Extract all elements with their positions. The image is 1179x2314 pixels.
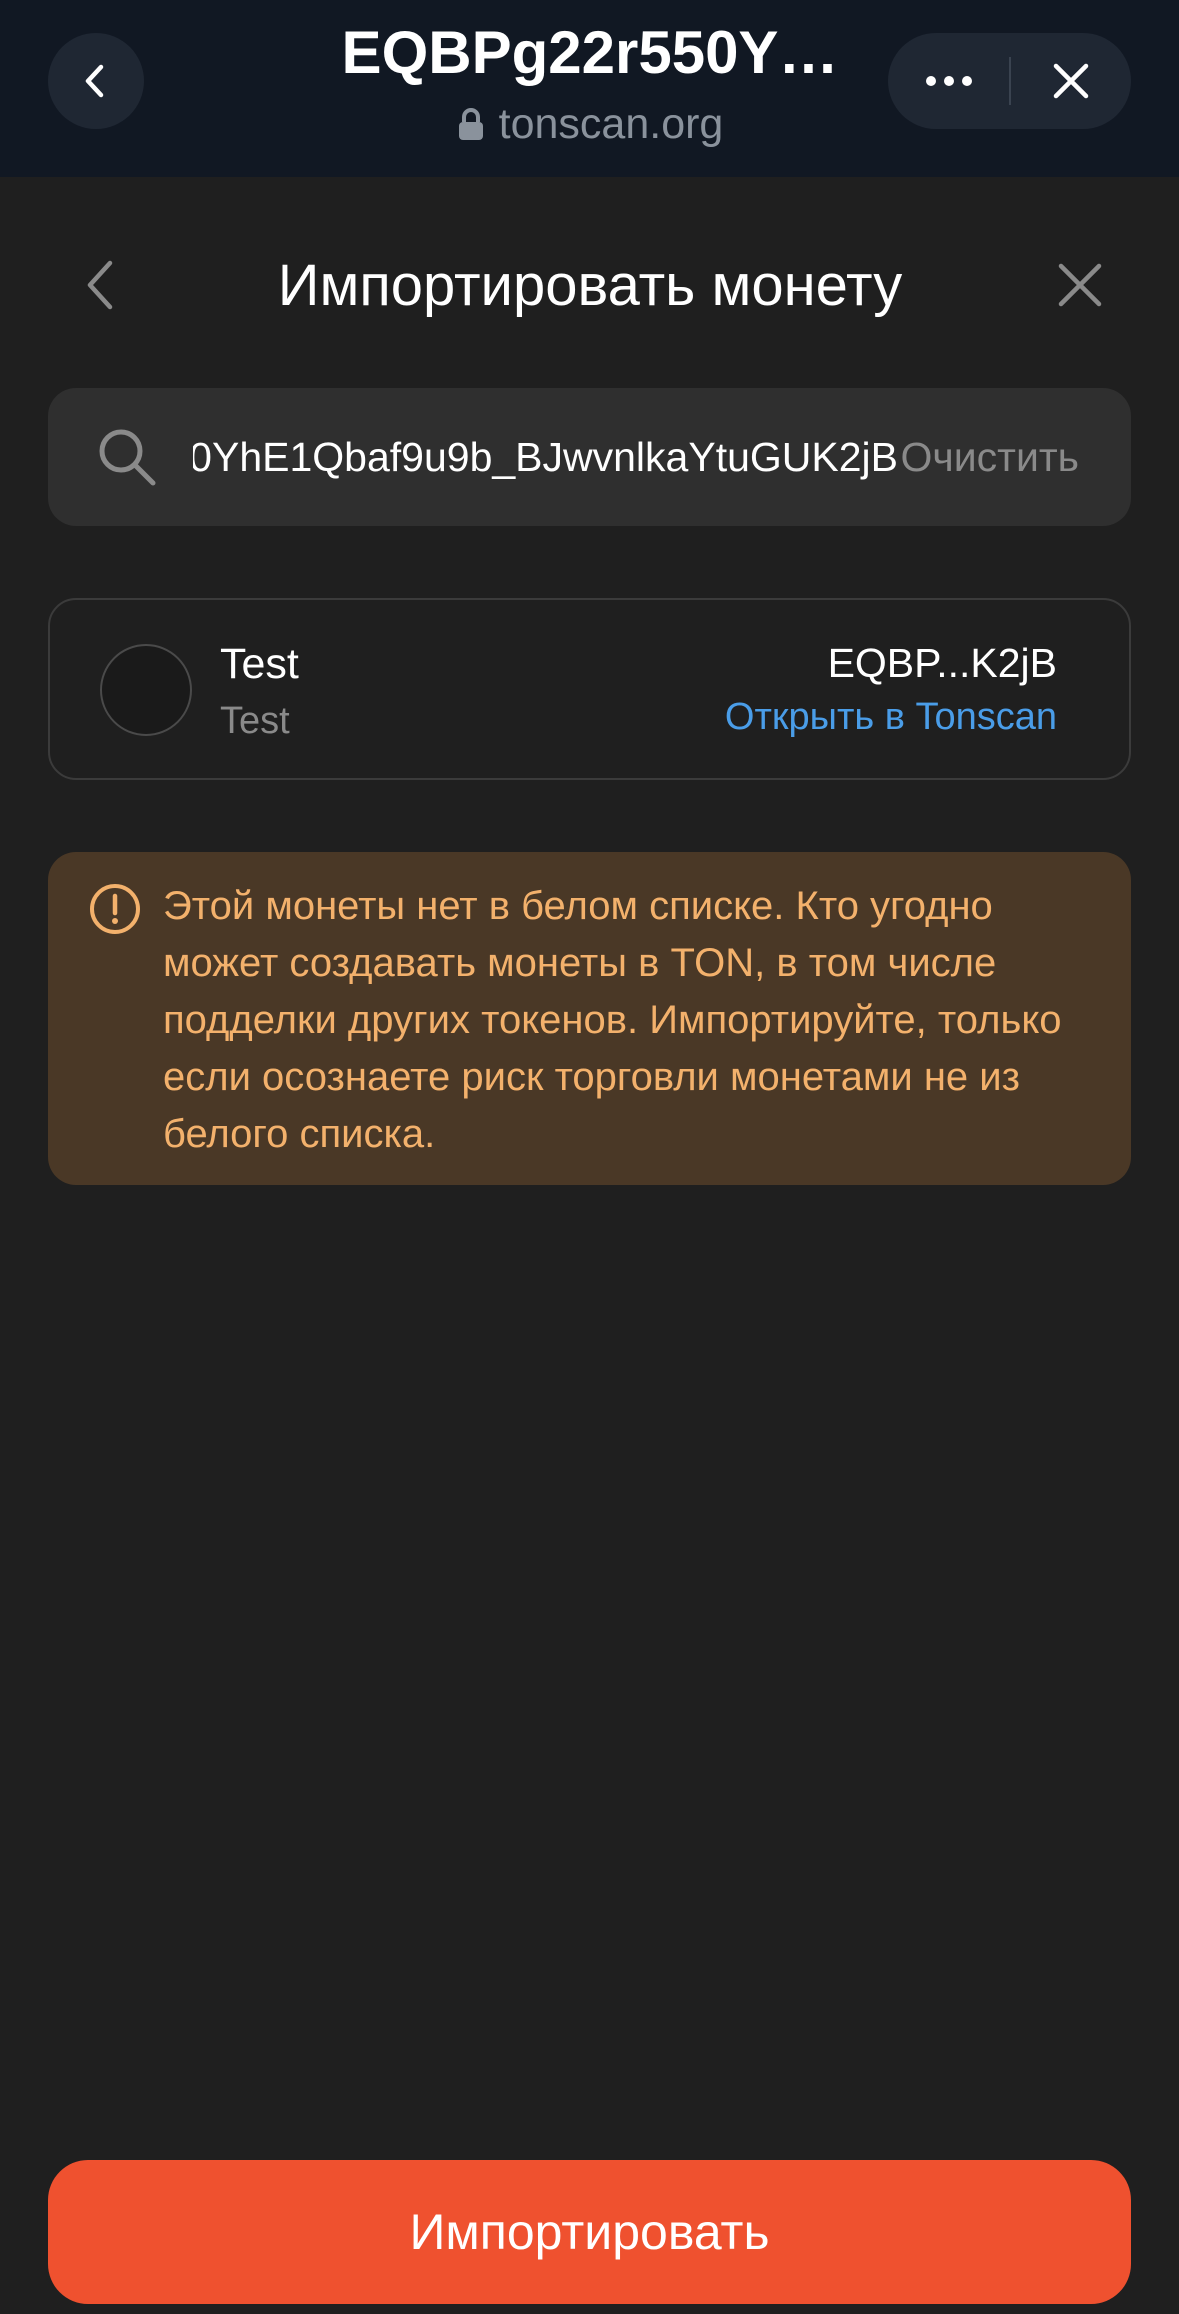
modal-close-button[interactable] [1045,250,1115,320]
chevron-left-icon [87,260,113,310]
token-list-item[interactable]: Test Test EQBP...K2jB Открыть в Tonscan [48,598,1131,780]
more-horizontal-icon [925,76,972,86]
page-title: Импортировать монету [277,253,903,318]
browser-back-button[interactable] [48,33,144,129]
token-name: Test [220,640,299,688]
browser-url-text: tonscan.org [498,100,724,148]
alert-circle-icon [90,884,140,934]
search-bar: Очистить [48,388,1131,526]
search-input[interactable] [193,388,898,526]
close-icon [1053,63,1089,99]
modal-back-button[interactable] [70,250,130,320]
warning-text: Этой монеты нет в белом списке. Кто угод… [163,884,1062,1156]
open-in-tonscan-link[interactable]: Открыть в Tonscan [725,696,1057,739]
token-symbol: Test [220,700,290,742]
browser-close-button[interactable] [1011,33,1131,129]
warning-banner: Этой монеты нет в белом списке. Кто угод… [48,852,1131,1185]
import-button[interactable]: Импортировать [48,2160,1131,2304]
lock-icon [457,107,485,142]
browser-header: EQBPg22r550Y… tonscan.org [0,0,1179,177]
page: EQBPg22r550Y… tonscan.org Импортировать … [0,0,1179,2314]
chevron-left-icon [85,64,104,98]
browser-url: tonscan.org [250,100,930,149]
token-address: EQBP...K2jB [827,640,1057,686]
clear-button[interactable]: Очистить [901,388,1079,526]
token-avatar [100,644,192,736]
browser-more-button[interactable] [888,33,1009,129]
browser-page-title: EQBPg22r550Y… [341,19,839,86]
search-icon [99,429,156,486]
browser-actions [888,33,1131,129]
close-icon [1058,263,1102,307]
